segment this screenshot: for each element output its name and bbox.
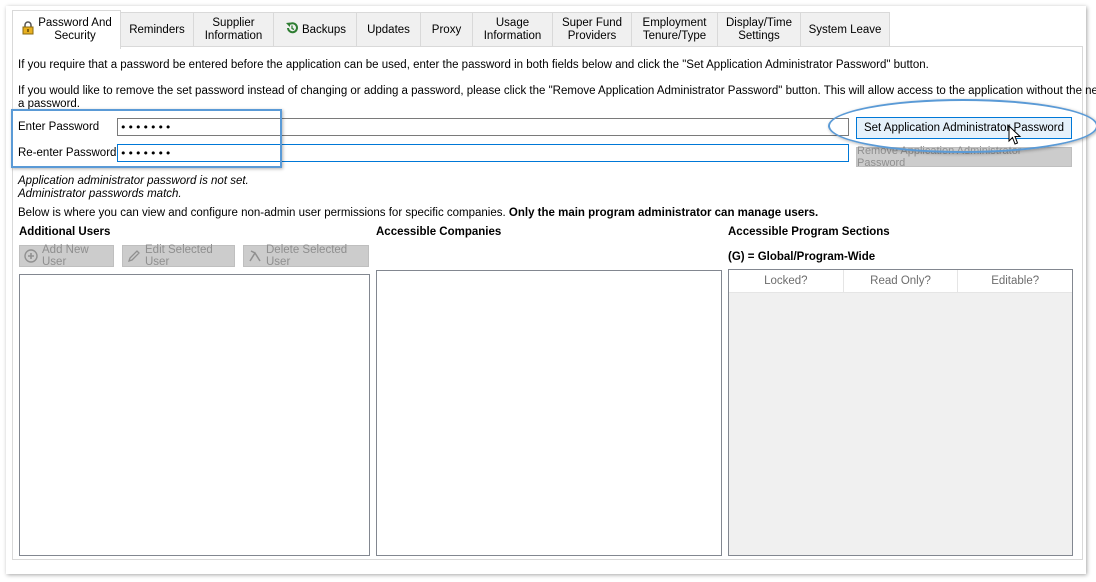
tab-label: Super Fund Providers: [561, 17, 623, 42]
edit-selected-user-button[interactable]: Edit Selected User: [122, 244, 235, 268]
additional-users-list[interactable]: [19, 274, 370, 556]
grid-header: Locked? Read Only? Editable?: [729, 270, 1072, 293]
additional-users-heading: Additional Users: [19, 226, 111, 238]
lock-icon: [21, 21, 35, 39]
backup-restore-icon: [284, 21, 300, 39]
tab-updates[interactable]: Updates: [356, 12, 421, 47]
tab-label: Password And Security: [38, 17, 112, 42]
user-permissions-info: Below is where you can view and configur…: [18, 207, 818, 219]
password-match-text: Administrator passwords match.: [18, 188, 182, 200]
tab-label: Proxy: [431, 23, 462, 36]
set-password-button-highlight: [828, 99, 1096, 153]
remove-password-intro-text: If you would like to remove the set pass…: [18, 85, 1096, 97]
tab-super-fund-providers[interactable]: Super Fund Providers: [552, 12, 632, 47]
column-header-locked[interactable]: Locked?: [729, 270, 844, 292]
tab-label: Display/Time Settings: [725, 17, 793, 42]
add-new-user-label: Add New User: [42, 244, 89, 268]
accessible-companies-heading: Accessible Companies: [376, 226, 502, 238]
tab-system-leave[interactable]: System Leave: [800, 12, 890, 47]
password-status-text: Application administrator password is no…: [18, 175, 249, 187]
tab-supplier-information[interactable]: Supplier Information: [193, 12, 274, 47]
tab-label: Usage Information: [483, 17, 542, 42]
user-permissions-info-normal: Below is where you can view and configur…: [18, 207, 509, 219]
accessible-sections-grid[interactable]: Locked? Read Only? Editable?: [728, 269, 1073, 556]
add-new-user-button[interactable]: Add New User: [19, 244, 114, 268]
tab-label: Reminders: [129, 23, 185, 36]
tab-label: Backups: [301, 23, 347, 36]
user-permissions-info-bold: Only the main program administrator can …: [508, 207, 819, 219]
tab-employment-tenure-type[interactable]: Employment Tenure/Type: [631, 12, 718, 47]
column-header-editable[interactable]: Editable?: [958, 270, 1072, 292]
edit-selected-user-label: Edit Selected User: [145, 244, 213, 268]
tab-proxy[interactable]: Proxy: [420, 12, 473, 47]
delete-selected-user-button[interactable]: Delete Selected User: [243, 244, 369, 268]
tab-label: Supplier Information: [204, 17, 263, 42]
tab-backups[interactable]: Backups: [273, 12, 357, 47]
tab-reminders[interactable]: Reminders: [120, 12, 194, 47]
global-note: (G) = Global/Program-Wide: [728, 251, 876, 263]
delete-selected-user-label: Delete Selected User: [266, 244, 348, 268]
tab-password-and-security[interactable]: Password And Security: [12, 10, 121, 49]
accessible-companies-list[interactable]: [376, 270, 722, 556]
pencil-icon: [127, 249, 141, 263]
password-intro-text: If you require that a password be entere…: [18, 59, 929, 71]
password-fields-highlight: [11, 109, 282, 168]
add-circle-icon: [24, 249, 38, 263]
tab-label: Updates: [367, 23, 410, 36]
mouse-cursor-icon: [1008, 124, 1022, 147]
tab-label: Employment Tenure/Type: [642, 17, 707, 42]
column-header-read-only[interactable]: Read Only?: [844, 270, 959, 292]
delete-icon: [248, 249, 262, 263]
accessible-sections-heading: Accessible Program Sections: [728, 226, 890, 238]
tab-label: System Leave: [808, 23, 882, 36]
tab-usage-information[interactable]: Usage Information: [472, 12, 553, 47]
tab-display-time-settings[interactable]: Display/Time Settings: [717, 12, 801, 47]
